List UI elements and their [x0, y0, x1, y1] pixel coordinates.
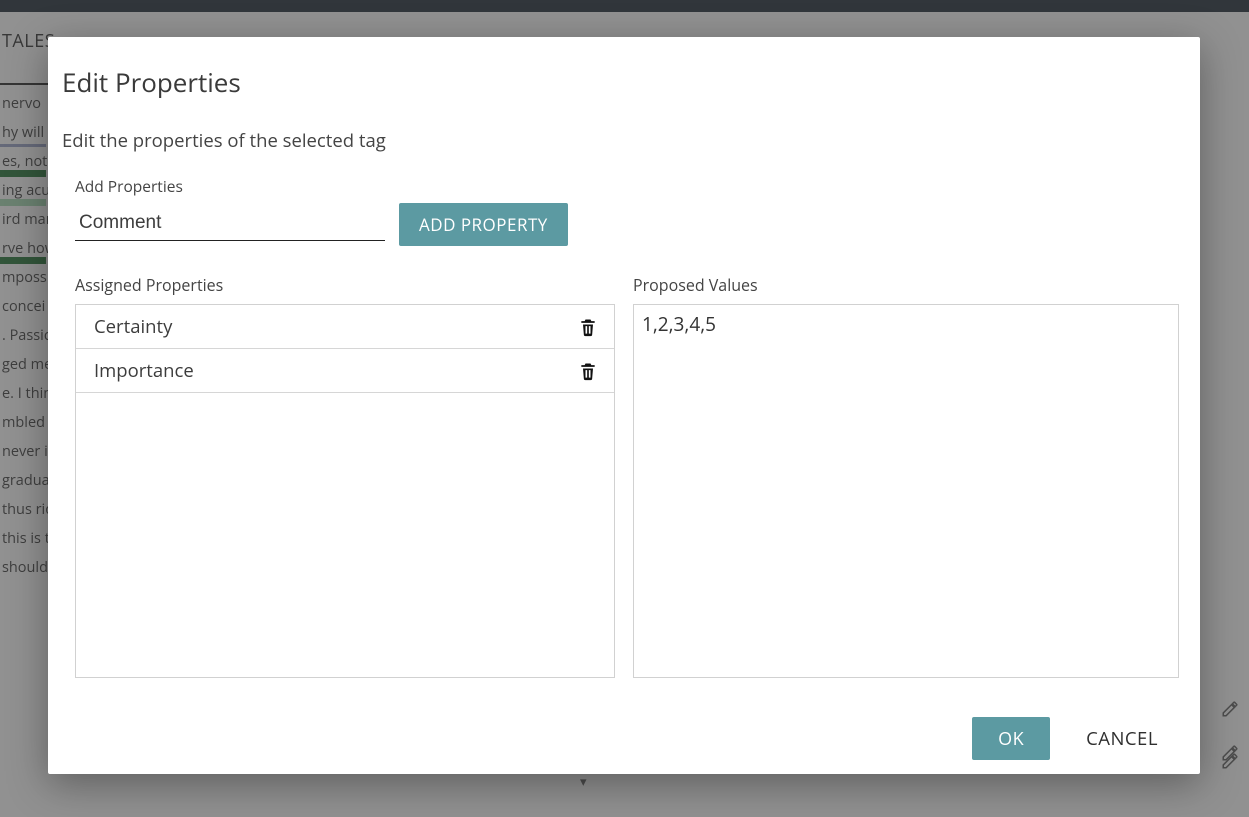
ok-button[interactable]: OK	[972, 717, 1050, 760]
delete-icon[interactable]	[578, 316, 598, 338]
dialog-title: Edit Properties	[62, 64, 1186, 100]
add-properties-section: Add Properties ADD PROPERTY	[62, 175, 1186, 246]
property-row[interactable]: Importance	[76, 349, 614, 393]
proposed-values-input[interactable]	[642, 311, 1170, 671]
assigned-properties-column: Assigned Properties Certainty Importance	[75, 274, 615, 700]
add-property-input[interactable]	[75, 208, 385, 241]
property-name: Importance	[94, 358, 194, 383]
add-properties-label: Add Properties	[62, 175, 1186, 197]
proposed-values-header: Proposed Values	[633, 274, 1179, 296]
edit-properties-dialog: Edit Properties Edit the properties of t…	[48, 37, 1200, 774]
property-row[interactable]: Certainty	[76, 305, 614, 349]
cancel-button[interactable]: CANCEL	[1082, 717, 1162, 760]
dialog-footer: OK CANCEL	[62, 700, 1186, 760]
add-properties-row: ADD PROPERTY	[62, 203, 1186, 246]
assigned-properties-header: Assigned Properties	[75, 274, 615, 296]
property-name: Certainty	[94, 314, 172, 339]
delete-icon[interactable]	[578, 360, 598, 382]
proposed-values-column: Proposed Values	[633, 274, 1179, 700]
dialog-subtitle: Edit the properties of the selected tag	[62, 128, 1186, 153]
proposed-values-box	[633, 304, 1179, 678]
add-property-button[interactable]: ADD PROPERTY	[399, 203, 568, 246]
properties-columns: Assigned Properties Certainty Importance	[62, 274, 1186, 700]
assigned-properties-list[interactable]: Certainty Importance	[75, 304, 615, 678]
